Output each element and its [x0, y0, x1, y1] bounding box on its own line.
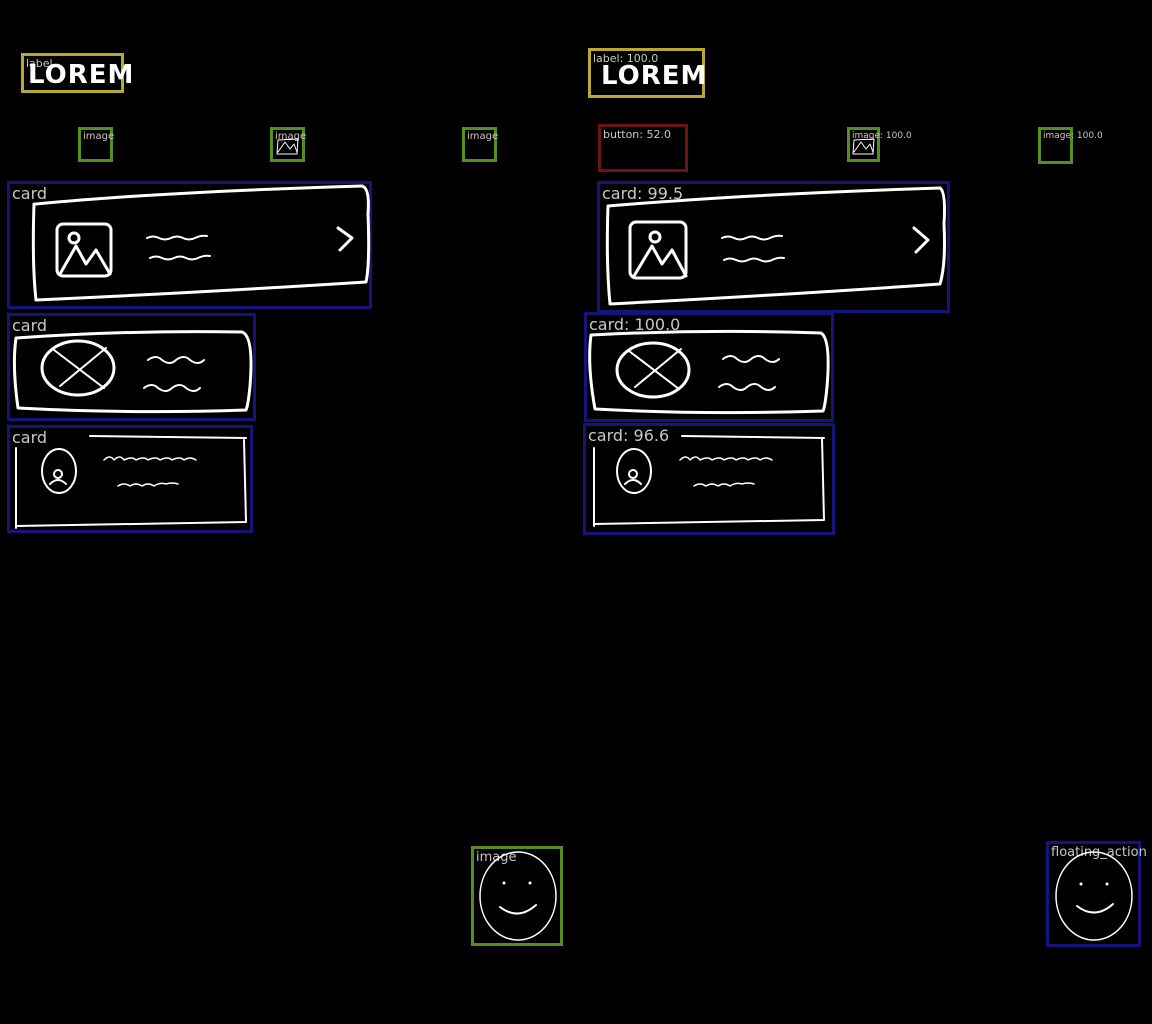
left-image-3: image [462, 127, 499, 162]
floating-action-button[interactable]: floating_action [1046, 841, 1147, 947]
profile-card-sketch [15, 435, 247, 529]
right-label-text: LOREM [601, 61, 708, 91]
right-card-2: card: 100.0 [584, 312, 834, 422]
left-image-2: image [270, 127, 306, 162]
left-card-2: card [7, 313, 256, 421]
left-label-box: label LOREM [21, 53, 133, 93]
right-button-tag: button: 52.0 [603, 128, 671, 141]
left-card-3: card [7, 425, 253, 533]
right-button[interactable]: button: 52.0 [598, 124, 688, 172]
list-card-sketch [605, 186, 946, 306]
profile-card-sketch [593, 435, 825, 527]
media-card-sketch [588, 329, 830, 415]
right-image-2-tag: image: 100.0 [1043, 131, 1103, 141]
left-bottom-image: image [471, 846, 563, 946]
smiley-icon [1055, 851, 1133, 941]
media-card-sketch [12, 330, 253, 414]
photo-sketch-icon [276, 138, 299, 155]
left-label-text: LOREM [28, 60, 135, 90]
right-card-1: card: 99.5 [597, 181, 950, 313]
left-card-1: card [7, 181, 372, 309]
left-image-1-tag: image [83, 131, 115, 142]
right-label-box: label: 100.0 LOREM [588, 48, 708, 98]
list-card-sketch [31, 184, 371, 302]
photo-sketch-icon [852, 138, 875, 155]
smiley-icon [479, 851, 557, 941]
left-image-1: image [78, 127, 115, 162]
right-image-1: image: 100.0 [847, 127, 912, 162]
left-image-3-tag: image [467, 131, 499, 142]
right-card-3: card: 96.6 [583, 423, 835, 535]
right-image-2: image: 100.0 [1038, 127, 1103, 164]
